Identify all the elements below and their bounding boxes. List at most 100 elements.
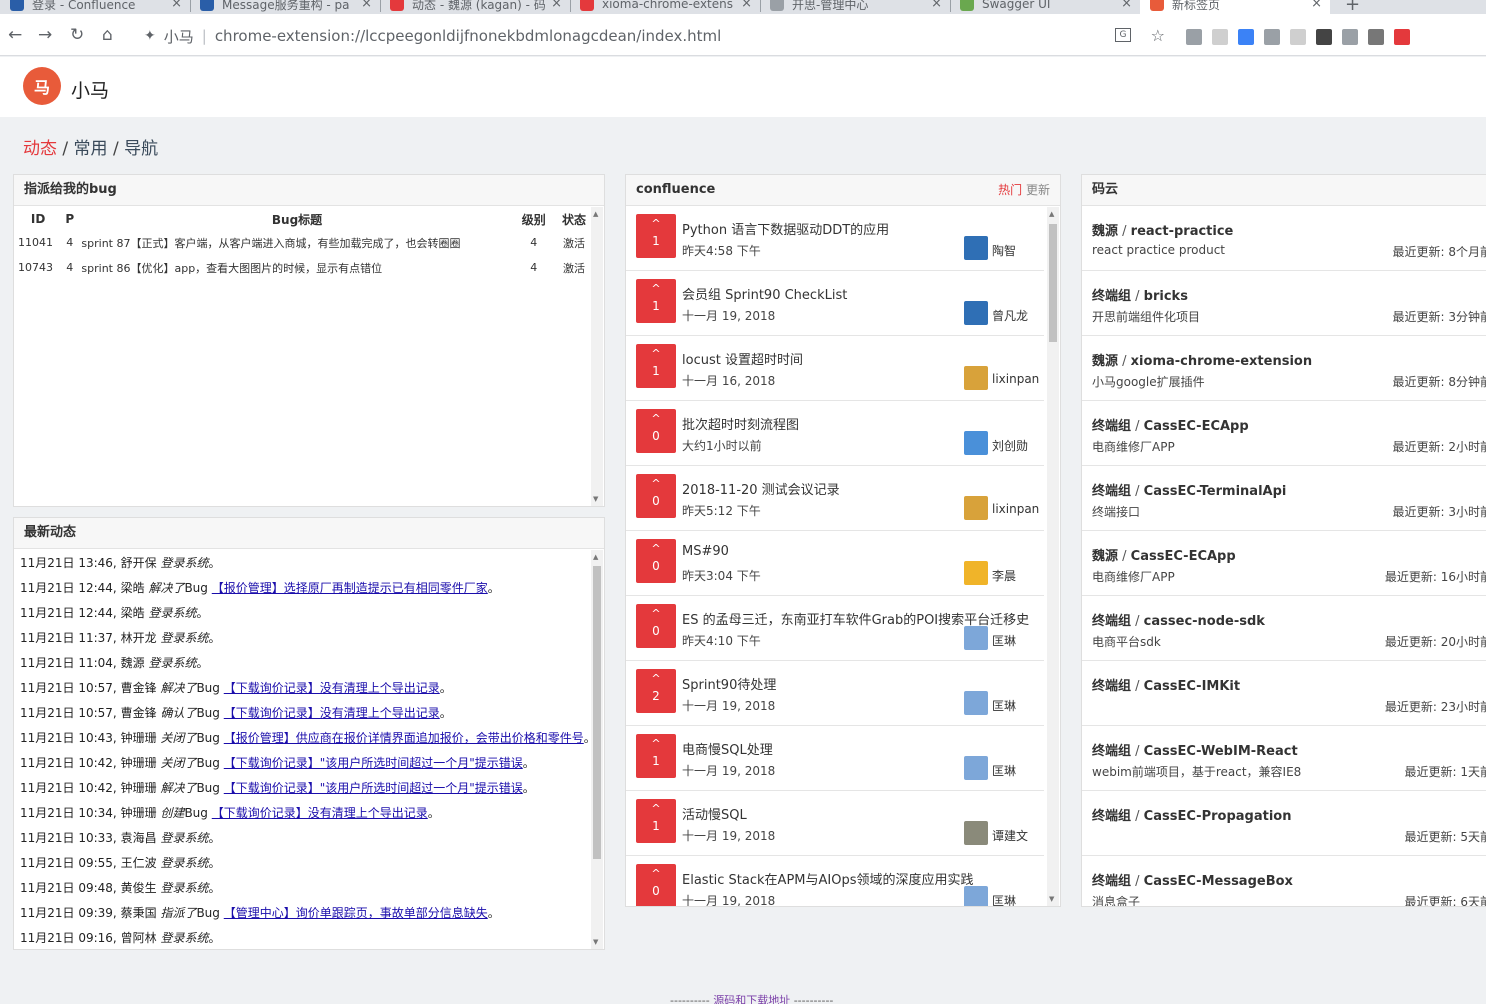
vote-box[interactable]: ^ 0 xyxy=(636,864,676,906)
vote-box[interactable]: ^ 1 xyxy=(636,214,676,258)
nav-link-navigation[interactable]: 导航 xyxy=(124,139,158,159)
confluence-item-author[interactable]: 曾凡龙 xyxy=(992,307,1028,324)
extension-icon[interactable] xyxy=(1186,29,1202,45)
upvote-icon[interactable]: ^ xyxy=(636,347,676,360)
activity-link[interactable]: 【下载询价记录】"该用户所选时间超过一个月"提示错误 xyxy=(224,781,523,795)
gitee-repo-item[interactable]: 终端组 / CassEC-IMKit 最近更新: 23小时前 xyxy=(1082,661,1486,726)
bug-title[interactable]: sprint 86【优化】app，查看大图图片的时候，显示有点错位 xyxy=(81,255,512,280)
gitee-repo-item[interactable]: 终端组 / cassec-node-sdk 电商平台sdk 最近更新: 20小时前 xyxy=(1082,596,1486,661)
vote-box[interactable]: ^ 1 xyxy=(636,799,676,843)
confluence-item-title[interactable]: 2018-11-20 测试会议记录 xyxy=(682,479,840,498)
extension-icon[interactable] xyxy=(1342,29,1358,45)
browser-tab[interactable]: 新标签页 × xyxy=(1140,0,1330,14)
confluence-item-author[interactable]: 匡琳 xyxy=(992,762,1016,779)
confluence-item-author[interactable]: lixinpan xyxy=(992,372,1039,386)
address-bar[interactable]: ✦ 小马 | chrome-extension://lccpeegonldijf… xyxy=(135,21,1175,51)
browser-tab[interactable]: Swagger UI × xyxy=(950,0,1140,14)
bug-title[interactable]: sprint 87【正式】客户端，从客户端进入商城，有些加载完成了，也会转圈圈 xyxy=(81,230,512,255)
confluence-item-author[interactable]: 李晨 xyxy=(992,567,1016,584)
confluence-item-author[interactable]: lixinpan xyxy=(992,502,1039,516)
activity-link[interactable]: 【报价管理】选择原厂再制造提示已有相同零件厂家 xyxy=(212,581,488,595)
extension-icon[interactable] xyxy=(1212,29,1228,45)
new-tab-icon[interactable]: + xyxy=(1345,0,1360,14)
nav-link-common[interactable]: 常用 xyxy=(74,139,108,159)
gitee-repo-item[interactable]: 终端组 / CassEC-MessageBox 消息盒子 最近更新: 6天前 xyxy=(1082,856,1486,906)
upvote-icon[interactable]: ^ xyxy=(636,477,676,490)
gitee-repo-title[interactable]: 终端组 / CassEC-IMKit xyxy=(1092,675,1240,694)
confluence-item-author[interactable]: 匡琳 xyxy=(992,632,1016,649)
vote-box[interactable]: ^ 0 xyxy=(636,474,676,518)
vote-box[interactable]: ^ 0 xyxy=(636,409,676,453)
gitee-repo-item[interactable]: 终端组 / CassEC-Propagation 最近更新: 5天前 xyxy=(1082,791,1486,856)
gitee-repo-name[interactable]: CassEC-MessageBox xyxy=(1144,874,1293,889)
confluence-item-title[interactable]: 活动慢SQL xyxy=(682,804,747,823)
vote-box[interactable]: ^ 0 xyxy=(636,539,676,583)
confluence-item-title[interactable]: Elastic Stack在APM与AIOps领域的深度应用实践 xyxy=(682,869,973,888)
confluence-scrollbar[interactable]: ▲ ▼ xyxy=(1047,207,1059,906)
tab-close-icon[interactable]: × xyxy=(171,0,182,11)
bug-row[interactable]: 11041 4 sprint 87【正式】客户端，从客户端进入商城，有些加载完成了，… xyxy=(18,230,593,255)
browser-tab[interactable]: xioma-chrome-extens × xyxy=(570,0,760,14)
nav-link-dynamic[interactable]: 动态 xyxy=(23,139,57,159)
upvote-icon[interactable]: ^ xyxy=(636,672,676,685)
browser-tab[interactable]: 开思-管理中心 × xyxy=(760,0,950,14)
source-download-link[interactable]: 源码和下载地址 xyxy=(713,994,790,1004)
confluence-item[interactable]: ^ 1 电商慢SQL处理 十一月 19, 2018 匡琳 xyxy=(626,726,1044,791)
tab-close-icon[interactable]: × xyxy=(1311,0,1322,11)
activity-link[interactable]: 【报价管理】供应商在报价详情界面追加报价，会带出价格和零件号 xyxy=(224,731,584,745)
vote-box[interactable]: ^ 1 xyxy=(636,344,676,388)
vote-box[interactable]: ^ 1 xyxy=(636,734,676,778)
extension-icon[interactable] xyxy=(1394,29,1410,45)
scroll-down-icon[interactable]: ▼ xyxy=(593,938,598,946)
scroll-down-icon[interactable]: ▼ xyxy=(593,495,598,503)
gitee-repo-title[interactable]: 终端组 / CassEC-TerminalApi xyxy=(1092,480,1286,499)
extension-icon[interactable] xyxy=(1368,29,1384,45)
gitee-repo-name[interactable]: CassEC-ECApp xyxy=(1131,549,1236,564)
scroll-down-icon[interactable]: ▼ xyxy=(1049,895,1054,903)
confluence-item-author[interactable]: 刘创勋 xyxy=(992,437,1028,454)
confluence-item-title[interactable]: 电商慢SQL处理 xyxy=(682,739,773,758)
tab-close-icon[interactable]: × xyxy=(551,0,562,11)
tab-close-icon[interactable]: × xyxy=(931,0,942,11)
gitee-repo-item[interactable]: 魏源 / CassEC-ECApp 电商维修厂APP 最近更新: 16小时前 xyxy=(1082,531,1486,596)
upvote-icon[interactable]: ^ xyxy=(636,217,676,230)
activity-link[interactable]: 【管理中心】询价单跟踪页，事故单部分信息缺失 xyxy=(224,906,488,920)
upvote-icon[interactable]: ^ xyxy=(636,737,676,750)
bookmark-star-icon[interactable]: ☆ xyxy=(1151,26,1165,45)
extension-icon[interactable] xyxy=(1290,29,1306,45)
gitee-repo-name[interactable]: CassEC-IMKit xyxy=(1144,679,1240,694)
gitee-repo-item[interactable]: 终端组 / CassEC-TerminalApi 终端接口 最近更新: 3小时前 xyxy=(1082,466,1486,531)
confluence-item[interactable]: ^ 0 Elastic Stack在APM与AIOps领域的深度应用实践 十一月 19… xyxy=(626,856,1044,906)
upvote-icon[interactable]: ^ xyxy=(636,412,676,425)
home-icon[interactable]: ⌂ xyxy=(102,27,113,44)
gitee-repo-name[interactable]: CassEC-WebIM-React xyxy=(1144,744,1298,759)
back-icon[interactable]: ← xyxy=(8,27,22,44)
extension-icon[interactable] xyxy=(1238,29,1254,45)
translate-icon[interactable]: G xyxy=(1115,28,1131,42)
gitee-repo-name[interactable]: cassec-node-sdk xyxy=(1144,614,1265,629)
gitee-repo-item[interactable]: 魏源 / react-practice react practice produc… xyxy=(1082,206,1486,271)
confluence-item-author[interactable]: 谭建文 xyxy=(992,827,1028,844)
reload-icon[interactable]: ↻ xyxy=(70,27,84,44)
confluence-item-author[interactable]: 匡琳 xyxy=(992,697,1016,714)
tab-update[interactable]: 更新 xyxy=(1026,183,1050,197)
activity-link[interactable]: 【下载询价记录】没有清理上个导出记录 xyxy=(224,681,440,695)
gitee-repo-title[interactable]: 终端组 / CassEC-MessageBox xyxy=(1092,870,1293,889)
confluence-item-title[interactable]: 批次超时时刻流程图 xyxy=(682,414,799,433)
url-text[interactable]: chrome-extension://lccpeegonldijfnonekbd… xyxy=(215,27,722,45)
activity-link[interactable]: 【下载询价记录】没有清理上个导出记录 xyxy=(224,706,440,720)
gitee-repo-item[interactable]: 终端组 / CassEC-WebIM-React webim前端项目，基于reac… xyxy=(1082,726,1486,791)
tab-close-icon[interactable]: × xyxy=(1121,0,1132,11)
forward-icon[interactable]: → xyxy=(38,27,52,44)
gitee-repo-title[interactable]: 魏源 / react-practice xyxy=(1092,220,1233,239)
activity-link[interactable]: 【下载询价记录】"该用户所选时间超过一个月"提示错误 xyxy=(224,756,523,770)
confluence-item[interactable]: ^ 1 活动慢SQL 十一月 19, 2018 谭建文 xyxy=(626,791,1044,856)
activity-link[interactable]: 【下载询价记录】没有清理上个导出记录 xyxy=(212,806,428,820)
gitee-repo-name[interactable]: CassEC-TerminalApi xyxy=(1144,484,1287,499)
confluence-item-title[interactable]: locust 设置超时时间 xyxy=(682,349,803,368)
confluence-item[interactable]: ^ 0 批次超时时刻流程图 大约1小时以前 刘创勋 xyxy=(626,401,1044,466)
gitee-repo-title[interactable]: 终端组 / CassEC-Propagation xyxy=(1092,805,1291,824)
confluence-item-title[interactable]: 会员组 Sprint90 CheckList xyxy=(682,284,847,303)
gitee-repo-name[interactable]: react-practice xyxy=(1131,224,1234,239)
extension-icon[interactable] xyxy=(1316,29,1332,45)
